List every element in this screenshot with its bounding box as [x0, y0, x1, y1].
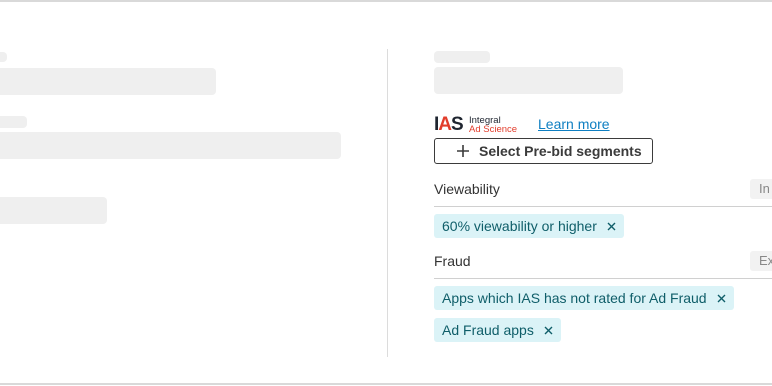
learn-more-link[interactable]: Learn more — [538, 116, 610, 132]
skeleton-field-1 — [0, 68, 216, 95]
segment-chip: Apps which IAS has not rated for Ad Frau… — [434, 286, 734, 310]
segment-chip: Ad Fraud apps — [434, 318, 561, 342]
viewability-divider — [434, 206, 772, 207]
ias-logo-mark: IAS — [434, 114, 464, 135]
plus-icon — [457, 145, 469, 157]
skeleton-label-3 — [434, 51, 490, 63]
close-icon[interactable] — [607, 222, 616, 231]
segment-chip: 60% viewability or higher — [434, 214, 624, 238]
skeleton-label-2 — [0, 116, 27, 128]
skeleton-field-3 — [0, 197, 107, 224]
segment-chip-label: Apps which IAS has not rated for Ad Frau… — [442, 290, 707, 306]
ias-logo-text: Integral Ad Science — [469, 116, 518, 135]
fraud-label: Fraud — [434, 253, 471, 269]
select-prebid-segments-button[interactable]: Select Pre-bid segments — [434, 138, 653, 164]
close-icon[interactable] — [717, 294, 726, 303]
close-icon[interactable] — [544, 326, 553, 335]
viewability-label: Viewability — [434, 181, 500, 197]
segment-chip-label: 60% viewability or higher — [442, 218, 597, 234]
viewability-include-toggle[interactable]: In — [750, 179, 772, 199]
skeleton-label-1 — [0, 52, 7, 62]
fraud-exclude-toggle[interactable]: Ex — [750, 251, 772, 271]
segment-chip-label: Ad Fraud apps — [442, 322, 534, 338]
bottom-border — [0, 383, 772, 385]
column-divider — [387, 49, 388, 357]
ias-logo: IAS Integral Ad Science — [434, 115, 526, 135]
ias-logo-line2: Ad Science — [469, 124, 518, 135]
select-prebid-segments-label: Select Pre-bid segments — [479, 143, 642, 159]
top-border — [0, 0, 772, 2]
fraud-divider — [434, 278, 772, 279]
skeleton-field-4 — [434, 67, 623, 94]
skeleton-field-2 — [0, 132, 341, 159]
